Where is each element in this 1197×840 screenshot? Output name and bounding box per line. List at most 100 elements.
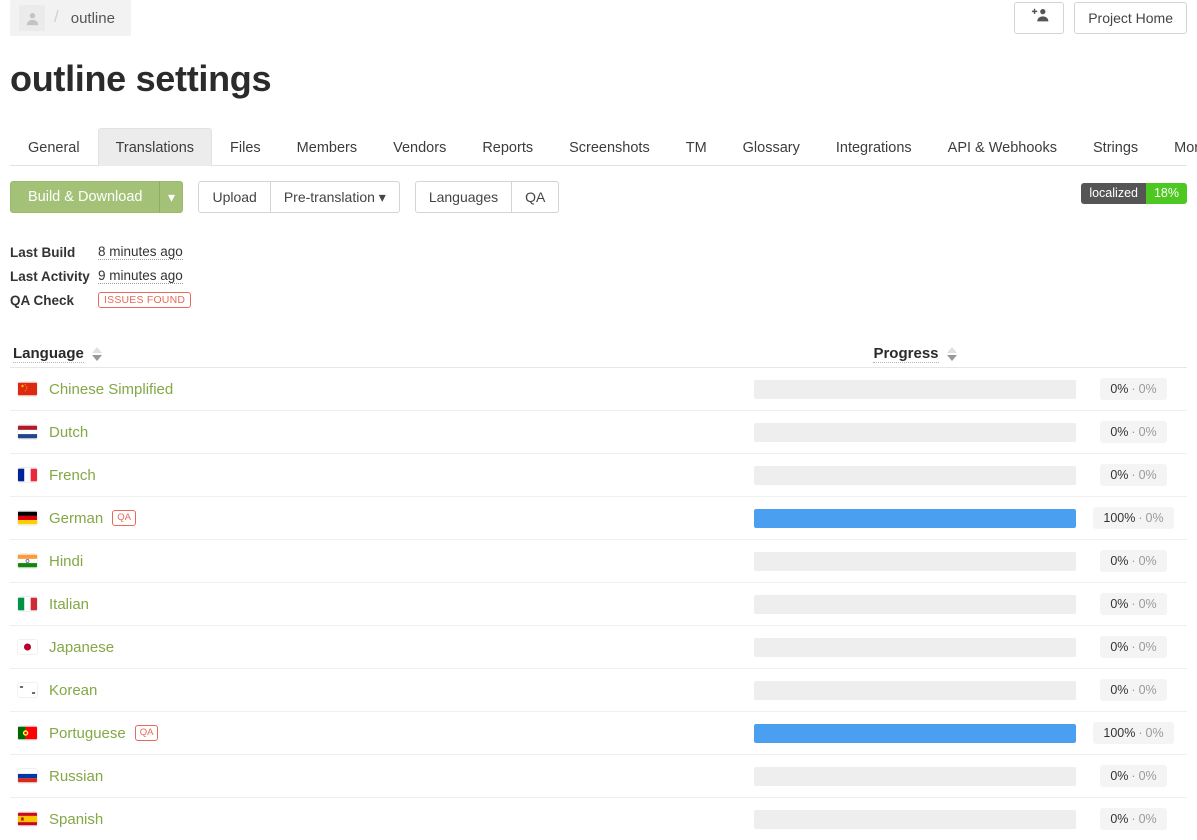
translated-percent: 100% [1103, 511, 1136, 525]
progress-percent-pill[interactable]: 0% · 0% [1100, 421, 1167, 443]
progress-bar[interactable] [754, 465, 1076, 485]
progress-bar[interactable] [754, 809, 1076, 829]
progress-percent-pill[interactable]: 100% · 0% [1093, 507, 1174, 529]
progress-bar[interactable] [754, 680, 1076, 700]
flag-es-icon [18, 812, 37, 826]
approved-percent: 0% [1138, 425, 1157, 439]
language-link[interactable]: Chinese Simplified [49, 381, 173, 398]
build-and-download-button[interactable]: Build & Download [10, 181, 161, 213]
cell-language: Russian [10, 768, 750, 785]
pre-translation-dropdown[interactable]: Pre-translation ▾ [269, 181, 400, 213]
progress-percent-pill[interactable]: 0% · 0% [1100, 679, 1167, 701]
language-link[interactable]: Portuguese [49, 725, 126, 742]
progress-bar[interactable] [754, 551, 1076, 571]
tab-files[interactable]: Files [212, 128, 279, 166]
approved-percent: 0% [1138, 468, 1157, 482]
progress-percent-pill[interactable]: 0% · 0% [1100, 593, 1167, 615]
meta-label: Last Build [10, 244, 76, 260]
status-badge-localized[interactable]: localized 18% [1081, 183, 1187, 204]
tab-translations[interactable]: Translations [97, 128, 213, 166]
percent-separator: · [1131, 425, 1136, 439]
language-link[interactable]: Italian [49, 596, 89, 613]
percent-separator: · [1131, 382, 1136, 396]
cell-language: Dutch [10, 424, 750, 441]
cell-percentages: 0% · 0% [1080, 636, 1187, 658]
qa-badge[interactable]: QA [134, 725, 159, 741]
build-download-dropdown-toggle[interactable]: ▾ [159, 181, 184, 213]
progress-percent-pill[interactable]: 0% · 0% [1100, 378, 1167, 400]
progress-percent-pill[interactable]: 100% · 0% [1093, 722, 1174, 744]
progress-bar[interactable] [754, 508, 1076, 528]
progress-bar[interactable] [754, 766, 1076, 786]
tab-label: Translations [115, 140, 195, 156]
tab-members[interactable]: Members [279, 128, 375, 166]
cell-progress [750, 465, 1080, 485]
meta-value[interactable]: 9 minutes ago [98, 268, 183, 284]
tab-strings[interactable]: Strings [1075, 128, 1156, 166]
qa-issues-badge[interactable]: ISSUES FOUND [98, 291, 192, 309]
languages-button[interactable]: Languages [414, 181, 513, 213]
approved-percent: 0% [1138, 597, 1157, 611]
language-link[interactable]: French [49, 467, 96, 484]
tab-glossary[interactable]: Glossary [725, 128, 818, 166]
languages-table: Language Progress ★ ★ ★ ★ ★ Chinese Simplifie… [10, 338, 1187, 840]
language-link[interactable]: Korean [49, 682, 97, 699]
progress-percent-pill[interactable]: 0% · 0% [1100, 550, 1167, 572]
tab-general[interactable]: General [10, 128, 98, 166]
breadcrumb-project-link[interactable]: outline [61, 10, 131, 27]
column-header-progress[interactable]: Progress [750, 345, 1080, 363]
project-home-button[interactable]: Project Home [1074, 2, 1187, 34]
progress-bar[interactable] [754, 637, 1076, 657]
progress-bar[interactable] [754, 594, 1076, 614]
tab-screenshots[interactable]: Screenshots [551, 128, 668, 166]
cell-percentages: 0% · 0% [1080, 808, 1187, 830]
progress-bar[interactable] [754, 379, 1076, 399]
language-link[interactable]: Dutch [49, 424, 88, 441]
tab-tm[interactable]: TM [668, 128, 725, 166]
tab-label: General [28, 140, 80, 156]
cell-percentages: 0% · 0% [1080, 464, 1187, 486]
approved-percent: 0% [1145, 726, 1164, 740]
progress-bar[interactable] [754, 723, 1076, 743]
tab-label: TM [685, 140, 707, 156]
column-header-language[interactable]: Language [10, 345, 750, 363]
progress-percent-pill[interactable]: 0% · 0% [1100, 765, 1167, 787]
upload-pretranslation-group: Upload Pre-translation ▾ [198, 181, 400, 213]
languages-qa-group: Languages QA [414, 181, 560, 213]
progress-percent-pill[interactable]: 0% · 0% [1100, 464, 1167, 486]
language-link[interactable]: Japanese [49, 639, 114, 656]
cell-language: Korean [10, 682, 750, 699]
language-link[interactable]: Hindi [49, 553, 83, 570]
upload-button[interactable]: Upload [198, 181, 271, 213]
progress-percent-pill[interactable]: 0% · 0% [1100, 636, 1167, 658]
tab-more[interactable]: More▾ [1156, 128, 1197, 166]
translated-percent: 0% [1110, 382, 1129, 396]
translated-percent: 0% [1110, 468, 1129, 482]
sort-progress-icon[interactable] [946, 346, 957, 361]
approved-percent: 0% [1138, 769, 1157, 783]
flag-kr-icon [18, 683, 37, 697]
table-row: Dutch 0% · 0% [10, 411, 1187, 454]
language-link[interactable]: Russian [49, 768, 103, 785]
qa-button[interactable]: QA [511, 181, 560, 213]
language-link[interactable]: German [49, 510, 103, 527]
percent-separator: · [1131, 812, 1136, 826]
progress-percent-pill[interactable]: 0% · 0% [1100, 808, 1167, 830]
cell-percentages: 0% · 0% [1080, 421, 1187, 443]
project-meta: Last Build 8 minutes ago Last Activity 9 mi… [10, 240, 1197, 312]
approved-percent: 0% [1138, 554, 1157, 568]
language-link[interactable]: Spanish [49, 811, 103, 828]
tab-reports[interactable]: Reports [464, 128, 551, 166]
tab-api-webhooks[interactable]: API & Webhooks [930, 128, 1075, 166]
qa-badge[interactable]: QA [112, 510, 136, 526]
cell-progress [750, 551, 1080, 571]
meta-row: Last Activity 9 minutes ago [10, 264, 1197, 288]
tab-integrations[interactable]: Integrations [818, 128, 930, 166]
tab-vendors[interactable]: Vendors [375, 128, 464, 166]
add-member-button[interactable] [1014, 2, 1065, 34]
sort-language-icon[interactable] [91, 346, 102, 361]
progress-bar[interactable] [754, 422, 1076, 442]
flag-ru-icon [18, 769, 37, 783]
svg-text:★: ★ [26, 385, 28, 388]
meta-value[interactable]: 8 minutes ago [98, 244, 183, 260]
